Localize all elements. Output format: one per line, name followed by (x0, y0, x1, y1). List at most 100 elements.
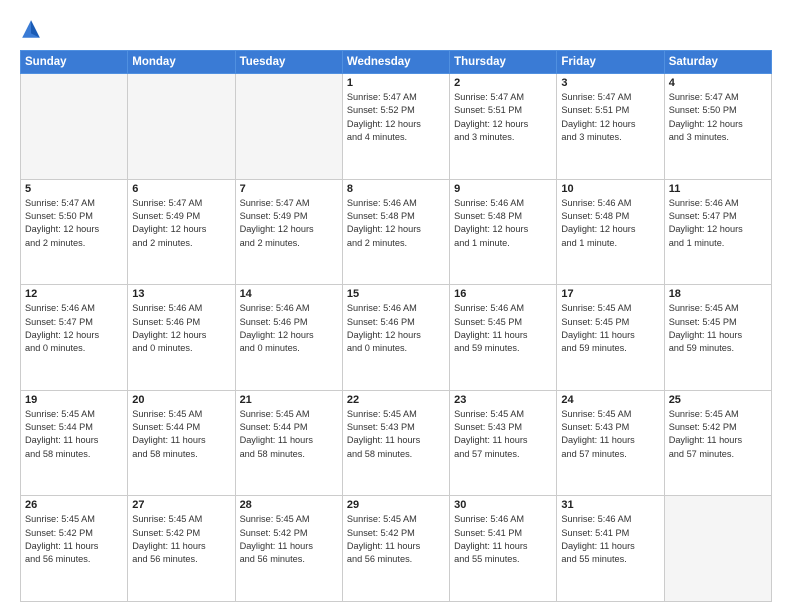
calendar-cell: 5 Sunrise: 5:47 AM Sunset: 5:50 PM Daylig… (21, 179, 128, 285)
day-info: Sunrise: 5:46 AM Sunset: 5:48 PM Dayligh… (561, 197, 659, 250)
day-number: 15 (347, 288, 445, 300)
calendar-cell: 26 Sunrise: 5:45 AM Sunset: 5:42 PM Dayli… (21, 496, 128, 602)
day-info: Sunrise: 5:45 AM Sunset: 5:43 PM Dayligh… (347, 408, 445, 461)
weekday-header-monday: Monday (128, 51, 235, 74)
calendar-cell: 22 Sunrise: 5:45 AM Sunset: 5:43 PM Dayli… (342, 390, 449, 496)
calendar-cell: 2 Sunrise: 5:47 AM Sunset: 5:51 PM Daylig… (450, 74, 557, 180)
day-number: 13 (132, 288, 230, 300)
calendar-cell (235, 74, 342, 180)
week-row-2: 12Sunrise: 5:46 AM Sunset: 5:47 PM Dayli… (21, 285, 772, 391)
day-info: Sunrise: 5:47 AM Sunset: 5:50 PM Dayligh… (669, 91, 767, 144)
calendar-cell: 16Sunrise: 5:46 AM Sunset: 5:45 PM Dayli… (450, 285, 557, 391)
day-number: 7 (240, 183, 338, 195)
day-number: 31 (561, 499, 659, 511)
weekday-header-friday: Friday (557, 51, 664, 74)
calendar-cell (21, 74, 128, 180)
day-info: Sunrise: 5:45 AM Sunset: 5:45 PM Dayligh… (561, 302, 659, 355)
day-info: Sunrise: 5:46 AM Sunset: 5:41 PM Dayligh… (561, 513, 659, 566)
calendar-cell: 19 Sunrise: 5:45 AM Sunset: 5:44 PM Dayli… (21, 390, 128, 496)
day-number: 14 (240, 288, 338, 300)
day-info: Sunrise: 5:47 AM Sunset: 5:50 PM Dayligh… (25, 197, 123, 250)
calendar-cell: 21Sunrise: 5:45 AM Sunset: 5:44 PM Dayli… (235, 390, 342, 496)
calendar-cell: 10 Sunrise: 5:46 AM Sunset: 5:48 PM Dayli… (557, 179, 664, 285)
day-info: Sunrise: 5:45 AM Sunset: 5:44 PM Dayligh… (25, 408, 123, 461)
day-number: 21 (240, 394, 338, 406)
calendar-cell: 25Sunrise: 5:45 AM Sunset: 5:42 PM Dayli… (664, 390, 771, 496)
day-number: 3 (561, 77, 659, 89)
day-info: Sunrise: 5:46 AM Sunset: 5:46 PM Dayligh… (240, 302, 338, 355)
day-number: 12 (25, 288, 123, 300)
calendar-cell (128, 74, 235, 180)
day-number: 25 (669, 394, 767, 406)
day-info: Sunrise: 5:46 AM Sunset: 5:45 PM Dayligh… (454, 302, 552, 355)
day-number: 20 (132, 394, 230, 406)
weekday-header-saturday: Saturday (664, 51, 771, 74)
calendar-cell: 31 Sunrise: 5:46 AM Sunset: 5:41 PM Dayli… (557, 496, 664, 602)
day-number: 2 (454, 77, 552, 89)
day-info: Sunrise: 5:47 AM Sunset: 5:49 PM Dayligh… (132, 197, 230, 250)
day-info: Sunrise: 5:45 AM Sunset: 5:45 PM Dayligh… (669, 302, 767, 355)
day-info: Sunrise: 5:45 AM Sunset: 5:42 PM Dayligh… (240, 513, 338, 566)
calendar-cell: 8 Sunrise: 5:46 AM Sunset: 5:48 PM Daylig… (342, 179, 449, 285)
day-info: Sunrise: 5:45 AM Sunset: 5:42 PM Dayligh… (347, 513, 445, 566)
day-info: Sunrise: 5:45 AM Sunset: 5:42 PM Dayligh… (25, 513, 123, 566)
calendar-cell: 27 Sunrise: 5:45 AM Sunset: 5:42 PM Dayli… (128, 496, 235, 602)
day-number: 8 (347, 183, 445, 195)
weekday-header-tuesday: Tuesday (235, 51, 342, 74)
day-info: Sunrise: 5:46 AM Sunset: 5:46 PM Dayligh… (347, 302, 445, 355)
day-number: 26 (25, 499, 123, 511)
day-number: 27 (132, 499, 230, 511)
week-row-4: 26 Sunrise: 5:45 AM Sunset: 5:42 PM Dayli… (21, 496, 772, 602)
day-number: 5 (25, 183, 123, 195)
day-info: Sunrise: 5:45 AM Sunset: 5:43 PM Dayligh… (454, 408, 552, 461)
calendar-table: SundayMondayTuesdayWednesdayThursdayFrid… (20, 50, 772, 602)
calendar-cell: 1 Sunrise: 5:47 AM Sunset: 5:52 PM Daylig… (342, 74, 449, 180)
day-info: Sunrise: 5:45 AM Sunset: 5:43 PM Dayligh… (561, 408, 659, 461)
calendar-cell: 30Sunrise: 5:46 AM Sunset: 5:41 PM Dayli… (450, 496, 557, 602)
weekday-header-wednesday: Wednesday (342, 51, 449, 74)
day-number: 23 (454, 394, 552, 406)
day-info: Sunrise: 5:46 AM Sunset: 5:41 PM Dayligh… (454, 513, 552, 566)
calendar-cell: 29Sunrise: 5:45 AM Sunset: 5:42 PM Dayli… (342, 496, 449, 602)
day-number: 6 (132, 183, 230, 195)
day-number: 10 (561, 183, 659, 195)
logo (20, 18, 46, 40)
page: SundayMondayTuesdayWednesdayThursdayFrid… (0, 0, 792, 612)
calendar-cell: 11Sunrise: 5:46 AM Sunset: 5:47 PM Dayli… (664, 179, 771, 285)
calendar-cell: 24 Sunrise: 5:45 AM Sunset: 5:43 PM Dayli… (557, 390, 664, 496)
day-info: Sunrise: 5:45 AM Sunset: 5:42 PM Dayligh… (132, 513, 230, 566)
day-info: Sunrise: 5:47 AM Sunset: 5:52 PM Dayligh… (347, 91, 445, 144)
week-row-3: 19 Sunrise: 5:45 AM Sunset: 5:44 PM Dayli… (21, 390, 772, 496)
calendar-cell: 6 Sunrise: 5:47 AM Sunset: 5:49 PM Daylig… (128, 179, 235, 285)
calendar-cell (664, 496, 771, 602)
header (20, 18, 772, 40)
weekday-header-thursday: Thursday (450, 51, 557, 74)
day-number: 28 (240, 499, 338, 511)
calendar-cell: 13 Sunrise: 5:46 AM Sunset: 5:46 PM Dayli… (128, 285, 235, 391)
week-row-1: 5 Sunrise: 5:47 AM Sunset: 5:50 PM Daylig… (21, 179, 772, 285)
day-number: 18 (669, 288, 767, 300)
day-info: Sunrise: 5:46 AM Sunset: 5:47 PM Dayligh… (669, 197, 767, 250)
calendar-cell: 12Sunrise: 5:46 AM Sunset: 5:47 PM Dayli… (21, 285, 128, 391)
day-number: 1 (347, 77, 445, 89)
calendar-cell: 7 Sunrise: 5:47 AM Sunset: 5:49 PM Daylig… (235, 179, 342, 285)
day-info: Sunrise: 5:46 AM Sunset: 5:46 PM Dayligh… (132, 302, 230, 355)
day-info: Sunrise: 5:46 AM Sunset: 5:48 PM Dayligh… (454, 197, 552, 250)
day-info: Sunrise: 5:47 AM Sunset: 5:49 PM Dayligh… (240, 197, 338, 250)
calendar-cell: 28 Sunrise: 5:45 AM Sunset: 5:42 PM Dayli… (235, 496, 342, 602)
day-number: 9 (454, 183, 552, 195)
day-info: Sunrise: 5:46 AM Sunset: 5:48 PM Dayligh… (347, 197, 445, 250)
day-number: 17 (561, 288, 659, 300)
day-info: Sunrise: 5:47 AM Sunset: 5:51 PM Dayligh… (454, 91, 552, 144)
weekday-header-sunday: Sunday (21, 51, 128, 74)
calendar-cell: 14 Sunrise: 5:46 AM Sunset: 5:46 PM Dayli… (235, 285, 342, 391)
calendar-cell: 3Sunrise: 5:47 AM Sunset: 5:51 PM Daylig… (557, 74, 664, 180)
day-number: 24 (561, 394, 659, 406)
calendar-cell: 17 Sunrise: 5:45 AM Sunset: 5:45 PM Dayli… (557, 285, 664, 391)
day-number: 19 (25, 394, 123, 406)
calendar-cell: 20 Sunrise: 5:45 AM Sunset: 5:44 PM Dayli… (128, 390, 235, 496)
day-number: 22 (347, 394, 445, 406)
calendar-cell: 18 Sunrise: 5:45 AM Sunset: 5:45 PM Dayli… (664, 285, 771, 391)
day-info: Sunrise: 5:45 AM Sunset: 5:44 PM Dayligh… (132, 408, 230, 461)
week-row-0: 1 Sunrise: 5:47 AM Sunset: 5:52 PM Daylig… (21, 74, 772, 180)
